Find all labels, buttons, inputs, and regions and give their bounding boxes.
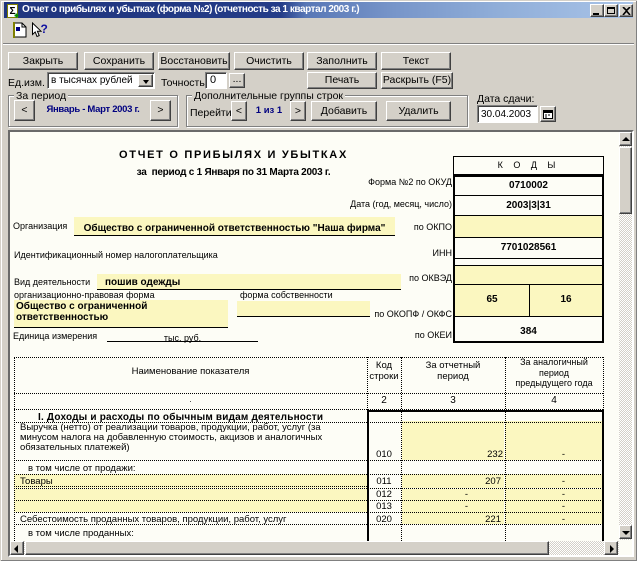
svg-text:?: ? — [41, 22, 48, 36]
